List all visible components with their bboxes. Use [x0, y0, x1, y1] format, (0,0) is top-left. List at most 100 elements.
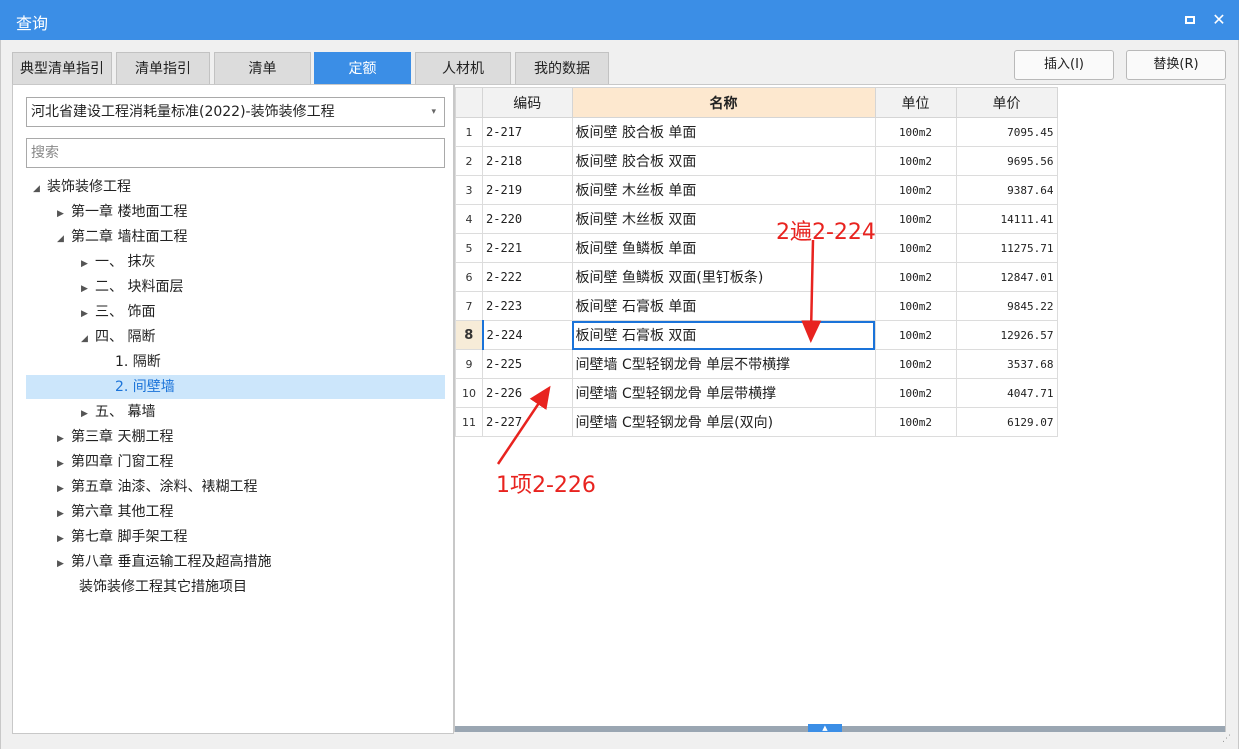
cell-unit[interactable]: 100m2 — [874, 204, 957, 234]
expand-toggle-icon[interactable]: ▶ — [81, 252, 95, 276]
cell-price[interactable]: 9845.22 — [955, 291, 1058, 321]
row-number[interactable]: 2 — [455, 146, 483, 176]
cell-price[interactable]: 11275.71 — [955, 233, 1058, 263]
cell-unit[interactable]: 100m2 — [874, 320, 957, 350]
resize-grip-icon[interactable]: ⋰ — [1222, 734, 1234, 746]
cell-name[interactable]: 间壁墙 C型轻钢龙骨 单层带横撑 — [571, 378, 876, 408]
cell-unit[interactable]: 100m2 — [874, 349, 957, 379]
table-row[interactable]: 8 2-224 板间壁 石膏板 双面 100m2 12926.57 — [455, 320, 1058, 350]
cell-name[interactable]: 板间壁 木丝板 单面 — [571, 175, 876, 205]
tree-node[interactable]: ▶ 一、 抹灰 — [81, 250, 155, 274]
expand-toggle-icon[interactable]: ▶ — [57, 202, 71, 226]
collapse-handle-icon[interactable]: ▲ — [808, 724, 842, 732]
column-header-code[interactable]: 编码 — [482, 87, 573, 118]
cell-price[interactable]: 6129.07 — [955, 407, 1058, 437]
table-row[interactable]: 9 2-225 间壁墙 C型轻钢龙骨 单层不带横撑 100m2 3537.68 — [455, 349, 1058, 379]
cell-name[interactable]: 板间壁 胶合板 单面 — [571, 117, 876, 147]
row-number[interactable]: 11 — [455, 407, 483, 437]
tree-node[interactable]: ▶ 五、 幕墙 — [81, 400, 155, 424]
close-icon[interactable]: ✕ — [1209, 10, 1229, 30]
search-input[interactable]: 搜索 — [26, 138, 445, 168]
table-row[interactable]: 4 2-220 板间壁 木丝板 双面 100m2 14111.41 — [455, 204, 1058, 234]
tab-my-data[interactable]: 我的数据 — [515, 52, 609, 84]
cell-unit[interactable]: 100m2 — [874, 291, 957, 321]
tree-node[interactable]: ◢ 第二章 墙柱面工程 — [57, 225, 187, 249]
cell-price[interactable]: 3537.68 — [955, 349, 1058, 379]
expand-toggle-icon[interactable]: ◢ — [33, 177, 47, 201]
row-number[interactable]: 10 — [455, 378, 483, 408]
tree-node[interactable]: ▶ 第一章 楼地面工程 — [57, 200, 187, 224]
library-select[interactable]: 河北省建设工程消耗量标准(2022)-装饰装修工程 ▾ — [26, 97, 445, 127]
cell-code[interactable]: 2-218 — [482, 146, 573, 176]
cell-unit[interactable]: 100m2 — [874, 175, 957, 205]
cell-name[interactable]: 板间壁 石膏板 双面 — [571, 320, 876, 350]
cell-code[interactable]: 2-220 — [482, 204, 573, 234]
cell-code[interactable]: 2-217 — [482, 117, 573, 147]
expand-toggle-icon[interactable]: ▶ — [81, 277, 95, 301]
column-header-unit[interactable]: 单位 — [874, 87, 957, 118]
tree-node-selected[interactable]: 2. 间壁墙 — [26, 375, 445, 399]
row-number[interactable]: 4 — [455, 204, 483, 234]
cell-price[interactable]: 9387.64 — [955, 175, 1058, 205]
tree-node[interactable]: ◢ 装饰装修工程 — [33, 175, 131, 199]
table-row[interactable]: 7 2-223 板间壁 石膏板 单面 100m2 9845.22 — [455, 291, 1058, 321]
table-row[interactable]: 11 2-227 间壁墙 C型轻钢龙骨 单层(双向) 100m2 6129.07 — [455, 407, 1058, 437]
expand-toggle-icon[interactable]: ▶ — [57, 502, 71, 526]
tree-node[interactable]: ▶ 第五章 油漆、涂料、裱糊工程 — [57, 475, 257, 499]
expand-toggle-icon[interactable]: ▶ — [81, 402, 95, 426]
column-header-name[interactable]: 名称 — [571, 87, 876, 118]
tree-node[interactable]: ▶ 二、 块料面层 — [81, 275, 183, 299]
cell-code[interactable]: 2-219 — [482, 175, 573, 205]
expand-toggle-icon[interactable]: ▶ — [57, 452, 71, 476]
cell-price[interactable]: 9695.56 — [955, 146, 1058, 176]
cell-code[interactable]: 2-226 — [482, 378, 573, 408]
cell-unit[interactable]: 100m2 — [874, 233, 957, 263]
row-number[interactable]: 1 — [455, 117, 483, 147]
cell-unit[interactable]: 100m2 — [874, 146, 957, 176]
cell-unit[interactable]: 100m2 — [874, 378, 957, 408]
cell-code[interactable]: 2-223 — [482, 291, 573, 321]
table-row[interactable]: 2 2-218 板间壁 胶合板 双面 100m2 9695.56 — [455, 146, 1058, 176]
replace-button[interactable]: 替换(R) — [1126, 50, 1226, 80]
row-number[interactable]: 9 — [455, 349, 483, 379]
insert-button[interactable]: 插入(I) — [1014, 50, 1114, 80]
expand-toggle-icon[interactable]: ▶ — [57, 552, 71, 576]
row-number[interactable]: 6 — [455, 262, 483, 292]
row-number[interactable]: 5 — [455, 233, 483, 263]
row-number[interactable]: 8 — [455, 320, 483, 350]
tree-node[interactable]: ▶ 第四章 门窗工程 — [57, 450, 173, 474]
tab-quota[interactable]: 定额 — [314, 52, 411, 84]
row-number[interactable]: 3 — [455, 175, 483, 205]
table-row[interactable]: 5 2-221 板间壁 鱼鳞板 单面 100m2 11275.71 — [455, 233, 1058, 263]
cell-code[interactable]: 2-222 — [482, 262, 573, 292]
cell-price[interactable]: 12847.01 — [955, 262, 1058, 292]
cell-code[interactable]: 2-221 — [482, 233, 573, 263]
tree-node[interactable]: ▶ 第八章 垂直运输工程及超高措施 — [57, 550, 271, 574]
cell-code[interactable]: 2-225 — [482, 349, 573, 379]
cell-price[interactable]: 12926.57 — [955, 320, 1058, 350]
tree-node[interactable]: 装饰装修工程其它措施项目 — [79, 575, 247, 599]
tab-list[interactable]: 清单 — [214, 52, 311, 84]
tab-list-guide[interactable]: 清单指引 — [116, 52, 210, 84]
expand-toggle-icon[interactable]: ◢ — [81, 327, 95, 351]
table-row[interactable]: 6 2-222 板间壁 鱼鳞板 双面(里钉板条) 100m2 12847.01 — [455, 262, 1058, 292]
cell-unit[interactable]: 100m2 — [874, 262, 957, 292]
tab-typical-list-guide[interactable]: 典型清单指引 — [12, 52, 112, 84]
expand-toggle-icon[interactable]: ▶ — [57, 527, 71, 551]
cell-code[interactable]: 2-227 — [482, 407, 573, 437]
column-header-price[interactable]: 单价 — [955, 87, 1058, 118]
table-row[interactable]: 10 2-226 间壁墙 C型轻钢龙骨 单层带横撑 100m2 4047.71 — [455, 378, 1058, 408]
cell-unit[interactable]: 100m2 — [874, 117, 957, 147]
expand-toggle-icon[interactable]: ◢ — [57, 227, 71, 251]
tree-node[interactable]: ▶ 三、 饰面 — [81, 300, 155, 324]
tree-node[interactable]: ▶ 第三章 天棚工程 — [57, 425, 173, 449]
cell-name[interactable]: 间壁墙 C型轻钢龙骨 单层不带横撑 — [571, 349, 876, 379]
table-row[interactable]: 1 2-217 板间壁 胶合板 单面 100m2 7095.45 — [455, 117, 1058, 147]
cell-price[interactable]: 7095.45 — [955, 117, 1058, 147]
cell-name[interactable]: 板间壁 石膏板 单面 — [571, 291, 876, 321]
tree-node[interactable]: 1. 隔断 — [115, 350, 161, 374]
row-number[interactable]: 7 — [455, 291, 483, 321]
tree-node[interactable]: ◢ 四、 隔断 — [81, 325, 155, 349]
cell-code[interactable]: 2-224 — [481, 320, 573, 350]
expand-toggle-icon[interactable]: ▶ — [81, 302, 95, 326]
